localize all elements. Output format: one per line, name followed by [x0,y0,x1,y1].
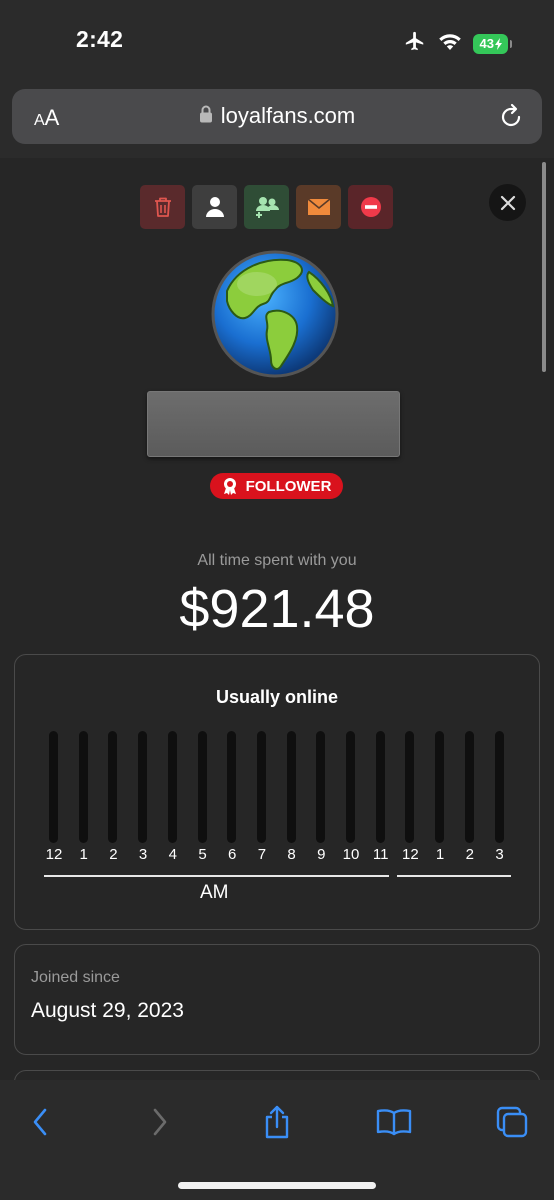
message-button[interactable] [296,185,341,229]
wifi-icon [438,32,462,55]
next-card [14,1070,540,1080]
browser-address-area: AA loyalfans.com [0,80,554,158]
block-button[interactable] [348,185,393,229]
back-icon [33,1108,47,1136]
charging-bolt-icon [495,37,502,50]
forward-icon [153,1108,167,1136]
delete-button[interactable] [140,185,185,229]
back-button[interactable] [18,1102,62,1142]
hour-label: 12 [45,846,63,863]
activity-bar [405,731,415,843]
forward-button[interactable] [138,1102,182,1142]
hour-label: 3 [495,846,504,863]
status-bar: 2:42 43 [0,0,554,80]
activity-bar [138,731,148,843]
globe-avatar [209,246,341,382]
spent-label: All time spent with you [197,552,357,569]
hour-label: 1 [79,846,88,863]
activity-bar [108,731,118,843]
activity-bar [346,731,355,843]
activity-bar [464,731,474,843]
activity-bar [167,731,177,843]
joined-date: August 29, 2023 [31,999,184,1022]
airplane-icon [403,30,427,57]
add-group-icon [255,197,279,218]
share-button[interactable] [255,1102,299,1142]
activity-bar [256,731,266,843]
trash-icon [154,197,171,217]
activity-bar [227,731,237,843]
activity-bar [375,731,385,843]
block-icon [360,197,381,217]
tabs-icon [496,1106,528,1138]
url-text: loyalfans.com [220,103,356,128]
bookmarks-button[interactable] [372,1102,416,1142]
spent-amount: $921.48 [179,579,375,639]
activity-bar [197,731,207,843]
activity-bar [494,731,504,843]
reload-button[interactable] [498,102,524,135]
hour-label: 11 [372,846,389,863]
joined-card: Joined since August 29, 2023 [14,944,540,1055]
pm-range-line [397,875,511,877]
activity-bar [49,731,58,843]
battery-level: 43 [479,36,494,51]
envelope-icon [306,198,331,215]
reload-icon [501,103,521,127]
hour-label: 7 [257,846,267,863]
hour-label: 6 [228,846,237,863]
hour-label: 4 [168,846,177,863]
user-icon [205,197,224,217]
browser-toolbar [0,1080,554,1200]
url-display[interactable]: loyalfans.com [12,103,542,129]
hour-label: 2 [109,846,118,863]
hour-label: 1 [435,846,445,863]
ribbon-badge-icon [223,478,236,495]
am-range-line [44,875,389,877]
usually-online-card: Usually online 12 1 2 3 4 5 6 7 8 9 10 11 12 1 2 3 AM [14,654,540,930]
username-redacted-box [147,391,400,457]
lock-icon [199,105,213,128]
battery-icon: 43 [472,33,513,54]
share-icon [265,1105,289,1139]
activity-bar [316,731,326,843]
profile-button[interactable] [192,185,237,229]
home-indicator [178,1182,376,1189]
joined-label: Joined since [31,969,120,986]
activity-bar [286,731,296,843]
close-icon [500,195,515,210]
hour-label: 10 [342,846,360,863]
profile-actions [140,185,393,229]
status-time: 2:42 [76,26,124,52]
add-to-list-button[interactable] [244,185,289,229]
tabs-button[interactable] [490,1102,534,1142]
status-icons: 43 [403,30,513,57]
close-button[interactable] [489,184,526,221]
follower-badge: FOLLOWER [210,473,343,499]
hour-label: 12 [402,846,419,863]
usually-online-title: Usually online [215,687,339,707]
scrollbar[interactable] [542,162,546,372]
hour-label: 5 [198,846,207,863]
bookmarks-icon [376,1109,412,1136]
activity-bar [78,731,88,843]
hour-label: 9 [317,846,326,863]
address-bar[interactable]: AA loyalfans.com [12,89,542,144]
page-content: FOLLOWER All time spent with you $921.48… [0,158,554,1080]
activity-bar [435,731,445,843]
follower-badge-label: FOLLOWER [245,477,332,495]
hour-label: 8 [287,846,296,863]
am-label: AM [200,882,229,903]
activity-bars [15,731,539,843]
hour-label: 2 [465,846,474,863]
hour-label: 3 [138,846,148,863]
